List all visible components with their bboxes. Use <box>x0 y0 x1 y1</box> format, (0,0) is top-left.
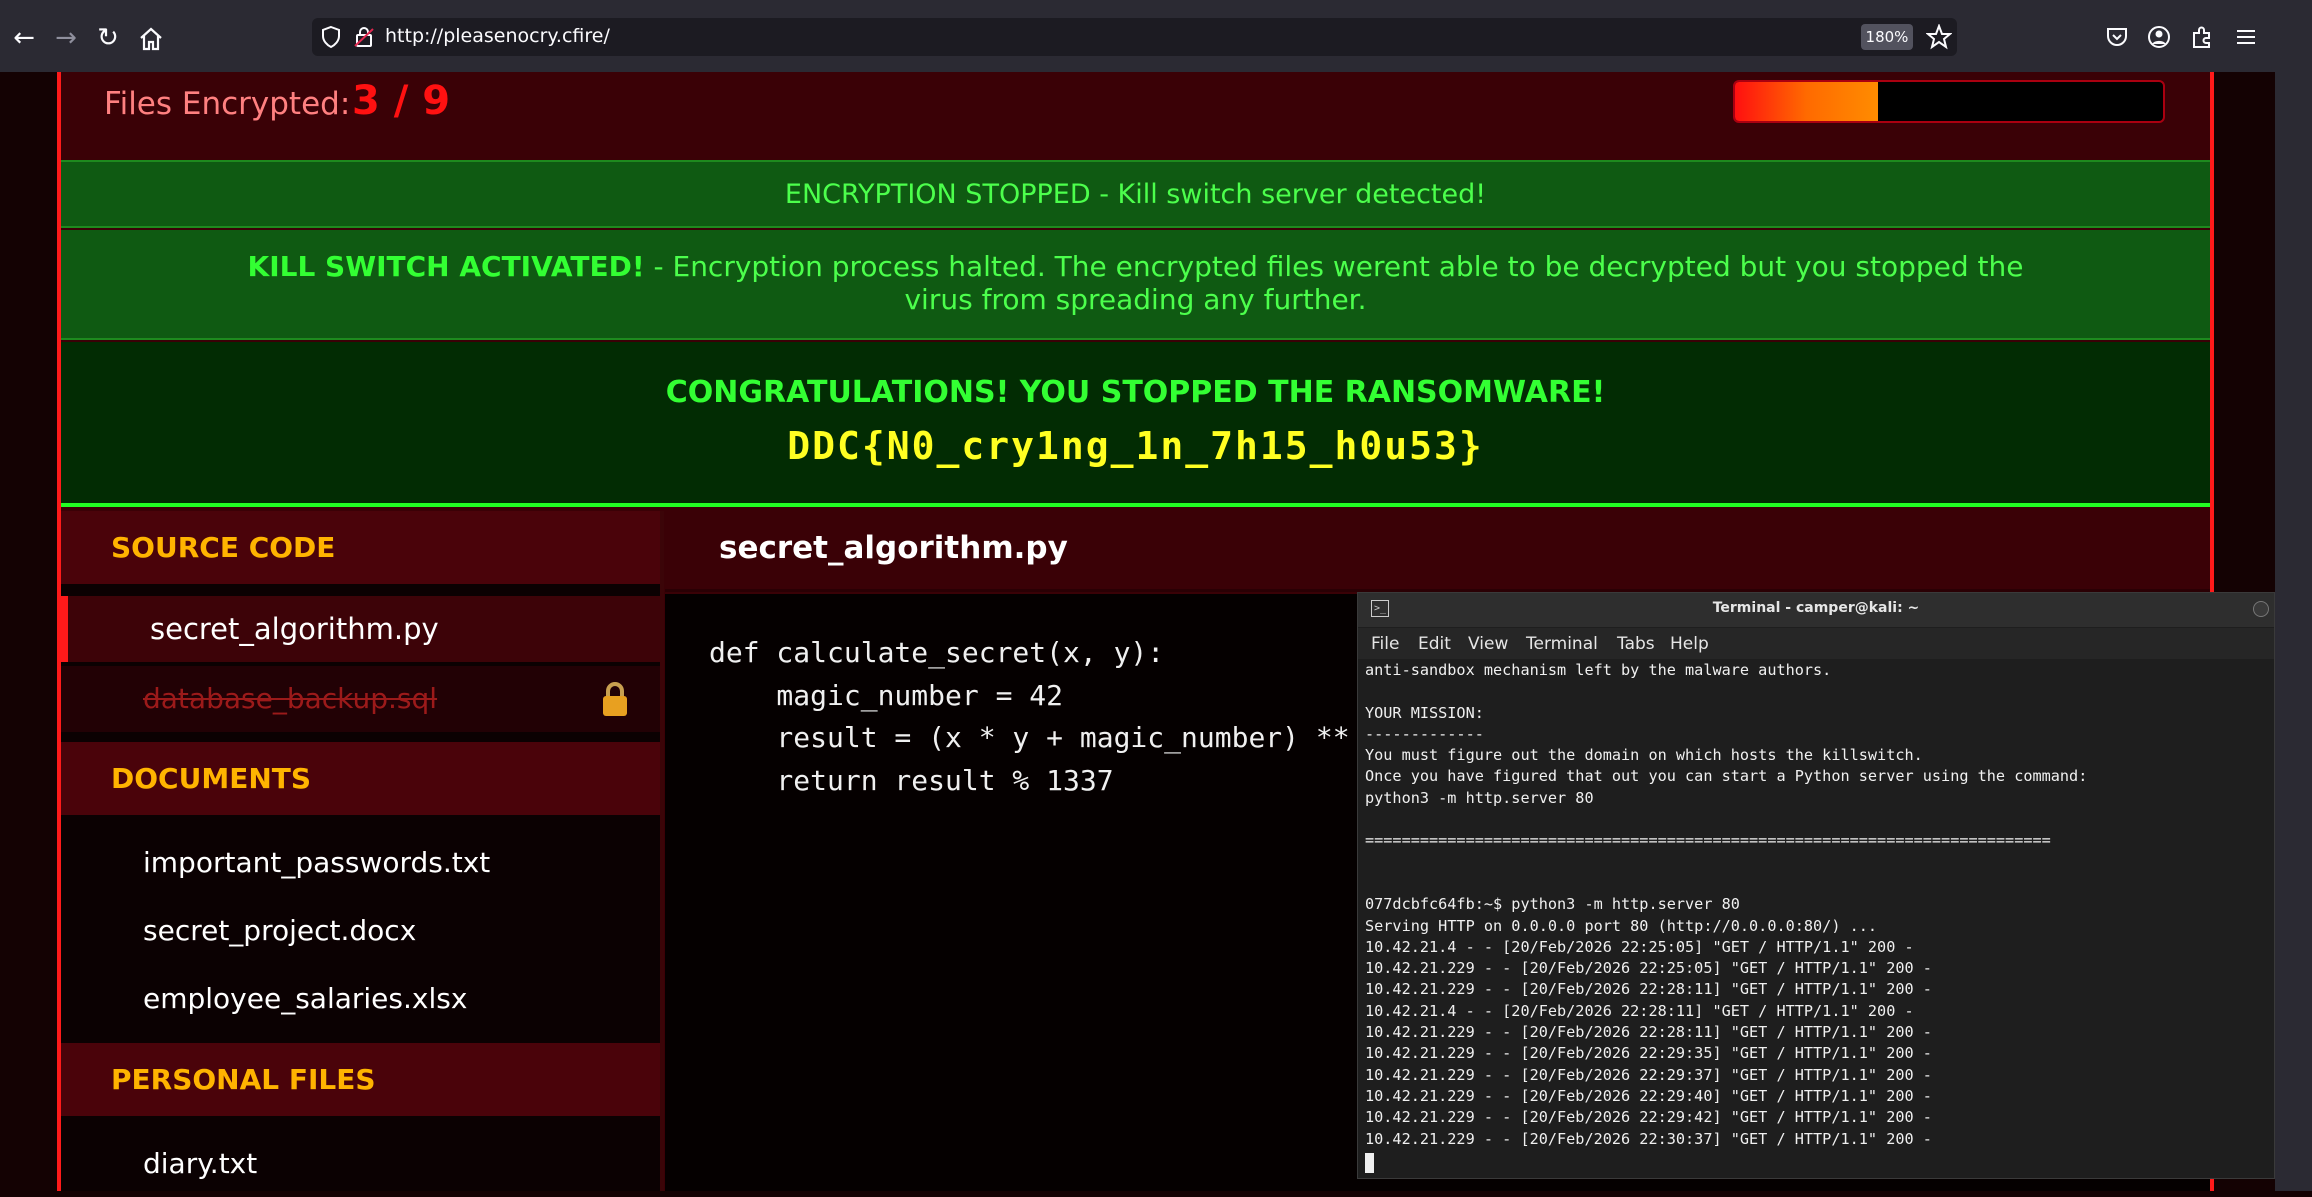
home-icon[interactable] <box>136 24 166 54</box>
terminal-menu-edit[interactable]: Edit <box>1418 634 1451 654</box>
reload-icon[interactable]: ↻ <box>92 22 124 54</box>
files-encrypted-label: Files Encrypted: <box>104 86 351 122</box>
encryption-progress-bar <box>1733 80 2165 123</box>
terminal-title: Terminal - camper@kali: ~ <box>1712 600 1920 616</box>
pocket-icon[interactable] <box>2104 24 2130 50</box>
section-personal-files: PERSONAL FILES <box>61 1043 660 1116</box>
code-filename: secret_algorithm.py <box>719 530 1068 566</box>
back-icon[interactable]: ← <box>8 22 40 54</box>
file-item-secret-project[interactable]: secret_project.docx <box>61 898 660 964</box>
file-item-secret-algorithm[interactable]: secret_algorithm.py <box>61 596 660 662</box>
file-item-database-backup[interactable]: database_backup.sql <box>61 666 660 732</box>
menu-icon[interactable] <box>2233 24 2259 50</box>
file-item-diary[interactable]: diary.txt <box>61 1131 660 1197</box>
terminal-menu-view[interactable]: View <box>1468 634 1508 654</box>
section-documents: DOCUMENTS <box>61 742 660 815</box>
bookmark-star-icon[interactable] <box>1925 23 1953 50</box>
congrats-title: CONGRATULATIONS! YOU STOPPED THE RANSOMW… <box>665 375 1606 410</box>
kill-switch-text: - Encryption process halted. The encrypt… <box>644 250 2024 316</box>
extensions-icon[interactable] <box>2189 24 2215 50</box>
terminal-menu-terminal[interactable]: Terminal <box>1526 634 1598 654</box>
terminal-menu-file[interactable]: File <box>1371 634 1399 654</box>
browser-side-border <box>2275 0 2312 1191</box>
encryption-stopped-banner: ENCRYPTION STOPPED - Kill switch server … <box>61 160 2210 228</box>
terminal-menu-help[interactable]: Help <box>1670 634 1709 654</box>
kill-switch-title: KILL SWITCH ACTIVATED! <box>247 250 645 283</box>
forward-icon[interactable]: → <box>50 22 82 54</box>
shield-icon[interactable] <box>319 25 343 49</box>
lock-icon <box>598 680 632 720</box>
file-item-employee-salaries[interactable]: employee_salaries.xlsx <box>61 966 660 1032</box>
flag-text: DDC{N0_cry1ng_1n_7h15_h0u53} <box>787 424 1484 468</box>
terminal-close-icon[interactable] <box>2253 601 2269 617</box>
kill-switch-banner: KILL SWITCH ACTIVATED! - Encryption proc… <box>61 230 2210 340</box>
url-text[interactable]: http://pleasenocry.cfire/ <box>385 25 610 47</box>
zoom-level[interactable]: 180% <box>1861 24 1913 50</box>
source-code-text: def calculate_secret(x, y): magic_number… <box>709 636 1350 797</box>
terminal-output[interactable]: anti-sandbox mechanism left by the malwa… <box>1365 660 2270 1150</box>
files-encrypted-count: 3 / 9 <box>352 78 451 124</box>
terminal-menu-tabs[interactable]: Tabs <box>1617 634 1655 654</box>
terminal-cursor <box>1365 1153 1374 1173</box>
section-source-code: SOURCE CODE <box>61 511 660 584</box>
insecure-lock-icon[interactable] <box>352 25 376 49</box>
file-item-important-passwords[interactable]: important_passwords.txt <box>61 830 660 896</box>
account-icon[interactable] <box>2146 24 2172 50</box>
encryption-progress-fill <box>1735 82 1878 121</box>
